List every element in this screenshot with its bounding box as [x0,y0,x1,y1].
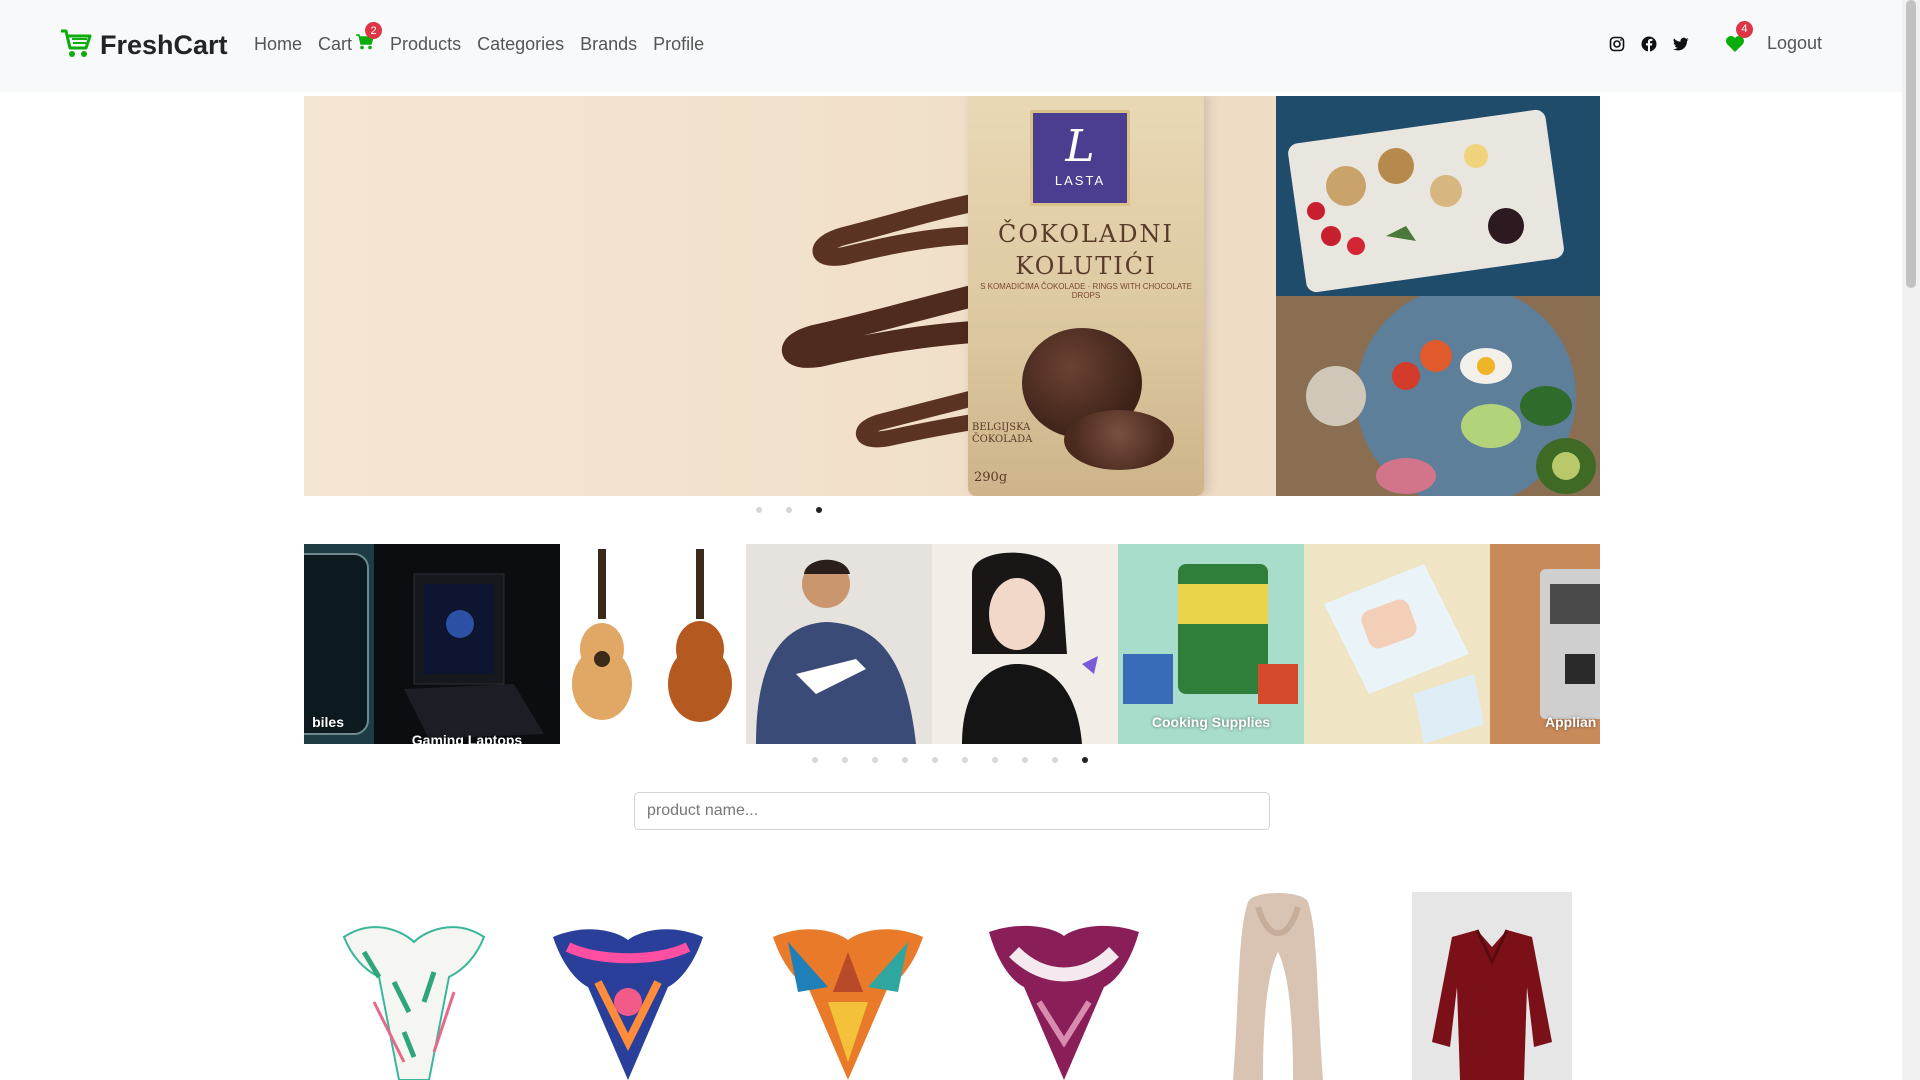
hero-slider-dots [756,507,822,513]
category-dot-4[interactable] [902,757,908,763]
category-women-fashion[interactable] [932,544,1118,744]
category-slider-dots [812,757,1088,763]
category-dot-10[interactable] [1082,757,1088,763]
product-image [989,925,1139,1080]
product-image [1198,892,1358,1080]
product-card[interactable] [334,892,494,1080]
hero-dot-2[interactable] [786,507,792,513]
navbar: FreshCart Home Cart 2 Products Categorie… [0,0,1902,92]
nav-right: 4 Logout [1609,20,1822,54]
facebook-icon[interactable] [1641,36,1657,52]
hero-main-slide: L LASTA ČOKOLADNI KOLUTIĆI S KOMADIĆIMA … [304,96,1276,496]
bag-subtitle: S KOMADIĆIMA ČOKOLADE · RINGS WITH CHOCO… [980,282,1192,300]
hero-dot-3[interactable] [816,507,822,513]
wishlist-count-badge: 4 [1735,20,1753,38]
category-label: biles [312,714,344,730]
product-card[interactable] [1198,892,1358,1080]
category-slider[interactable]: biles Gaming Laptops Cooking Supplies Ap… [304,544,1600,744]
nav-brands[interactable]: Brands [580,34,637,55]
logout-link[interactable]: Logout [1767,33,1822,54]
category-dot-8[interactable] [1022,757,1028,763]
product-image [1412,892,1572,1080]
brand-name: FreshCart [100,30,228,60]
cart-count-badge: 2 [365,22,383,39]
category-dot-5[interactable] [932,757,938,763]
nav-home[interactable]: Home [254,34,302,55]
bag-title-line1: ČOKOLADNI [998,220,1174,248]
category-dot-3[interactable] [872,757,878,763]
nav-links: Home Cart 2 Products Categories Brands P… [254,22,704,55]
hero-side-image-bottom [1276,296,1600,496]
product-search-input[interactable] [634,792,1270,830]
category-label: Applian [1545,714,1597,730]
bag-origin: BELGIJSKA ČOKOLADA [972,422,1033,445]
twitter-icon[interactable] [1672,36,1689,52]
category-dot-7[interactable] [992,757,998,763]
nav-products[interactable]: Products [390,34,461,55]
page-scrollbar[interactable] [1902,0,1920,1080]
category-gaming-laptops[interactable]: Gaming Laptops [374,544,560,744]
bag-weight: 290g [974,470,1008,485]
product-image [773,929,923,1080]
category-label: Cooking Supplies [1151,714,1271,730]
category-label: Gaming Laptops [411,732,523,744]
brand-logo[interactable]: FreshCart [60,28,228,63]
nav-cart-label: Cart [318,34,353,54]
category-baby-toys[interactable] [1304,544,1490,744]
nav-cart[interactable]: Cart 2 [318,22,383,55]
cart-logo-icon [60,28,92,63]
product-image [342,926,486,1080]
category-music[interactable] [560,544,746,744]
product-card[interactable] [548,892,708,1080]
lasta-logo-text: LASTA [1054,173,1106,188]
instagram-icon[interactable] [1609,36,1625,52]
wishlist-button[interactable]: 4 [1725,20,1753,53]
category-dot-1[interactable] [812,757,818,763]
bag-title: ČOKOLADNI KOLUTIĆI [968,218,1204,283]
product-card[interactable] [1412,892,1572,1080]
category-men-fashion[interactable] [746,544,932,744]
nav-categories[interactable]: Categories [477,34,564,55]
product-bag-image: L LASTA ČOKOLADNI KOLUTIĆI S KOMADIĆIMA … [968,96,1204,496]
bag-title-line2: KOLUTIĆI [1015,252,1157,281]
category-mobiles[interactable]: biles [304,544,374,744]
product-image [553,929,703,1080]
category-appliances[interactable]: Applian [1490,544,1600,744]
nav-profile[interactable]: Profile [653,34,704,55]
lasta-logo: L LASTA [1030,110,1130,206]
product-card[interactable] [768,892,928,1080]
category-dot-9[interactable] [1052,757,1058,763]
product-card[interactable] [984,892,1144,1080]
cocoa-powder-image [1064,410,1174,470]
category-cooking-supplies[interactable]: Cooking Supplies [1118,544,1304,744]
hero-slider[interactable]: L LASTA ČOKOLADNI KOLUTIĆI S KOMADIĆIMA … [304,96,1600,496]
category-dot-6[interactable] [962,757,968,763]
lasta-logo-mark: L [1065,121,1095,172]
hero-dot-1[interactable] [756,507,762,513]
scrollbar-thumb[interactable] [1906,0,1916,288]
category-dot-2[interactable] [842,757,848,763]
hero-side-image-top [1276,96,1600,296]
